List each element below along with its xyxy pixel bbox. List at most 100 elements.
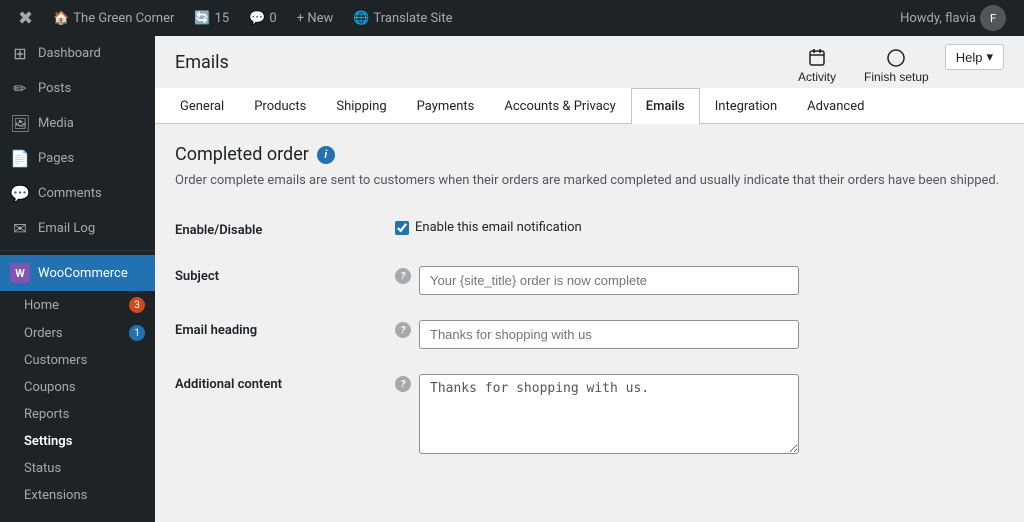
field-label-email-heading: Email heading — [175, 308, 395, 362]
subject-field-row: ? — [395, 266, 1004, 295]
sub-label-home: Home — [24, 298, 59, 313]
woo-label: WooCommerce — [38, 266, 128, 281]
table-row: Additional content ? Thanks for shopping… — [175, 362, 1004, 467]
wp-icon: ✖ — [18, 8, 33, 29]
email-heading-help-icon[interactable]: ? — [395, 322, 411, 338]
sidebar-item-status[interactable]: Status — [0, 455, 155, 482]
sidebar-item-home[interactable]: Home 3 — [0, 291, 155, 319]
woo-icon: W — [10, 263, 30, 283]
email-log-icon: ✉ — [10, 219, 30, 238]
adminbar-logo[interactable]: ✖ — [8, 0, 43, 36]
activity-icon — [807, 48, 827, 68]
orders-badge: 1 — [129, 325, 145, 341]
sidebar-item-posts[interactable]: ✏ Posts — [0, 71, 155, 106]
field-cell-enable: Enable this email notification — [395, 208, 1004, 254]
dashboard-icon: ⊞ — [10, 44, 30, 63]
comments-icon: 💬 — [249, 11, 265, 26]
email-heading-field-row: ? — [395, 320, 1004, 349]
sidebar-item-coupons[interactable]: Coupons — [0, 374, 155, 401]
additional-content-textarea[interactable]: Thanks for shopping with us. — [419, 374, 799, 454]
sidebar-label-email-log: Email Log — [38, 221, 95, 236]
activity-button[interactable]: Activity — [786, 44, 848, 88]
sidebar-item-orders[interactable]: Orders 1 — [0, 319, 155, 347]
adminbar-updates[interactable]: 🔄 15 — [184, 0, 239, 36]
section-info-icon[interactable]: i — [317, 146, 335, 164]
tab-advanced[interactable]: Advanced — [792, 88, 879, 124]
main-layout: ⊞ Dashboard ✏ Posts 🖼 Media 📄 Pages 💬 Co… — [0, 36, 1024, 522]
finish-setup-label: Finish setup — [864, 70, 929, 84]
field-cell-subject: ? — [395, 254, 1004, 308]
new-label: + New — [297, 11, 334, 26]
sidebar-label-dashboard: Dashboard — [38, 46, 101, 61]
sidebar-item-reports[interactable]: Reports — [0, 401, 155, 428]
sub-label-status: Status — [24, 461, 61, 476]
sub-label-extensions: Extensions — [24, 488, 87, 503]
finish-setup-icon — [886, 48, 906, 68]
sidebar-item-extensions[interactable]: Extensions — [0, 482, 155, 509]
settings-tabs: General Products Shipping Payments Accou… — [155, 88, 1024, 124]
adminbar-translate[interactable]: 🌐 Translate Site — [343, 0, 462, 36]
page-title-bar: Emails — [175, 44, 229, 73]
topbar-actions: Activity Finish setup Help ▾ — [786, 44, 1004, 88]
posts-icon: ✏ — [10, 79, 30, 98]
sidebar-item-media[interactable]: 🖼 Media — [0, 106, 155, 141]
site-icon: 🏠 — [53, 11, 69, 26]
sidebar-label-comments: Comments — [38, 186, 102, 201]
adminbar-comments[interactable]: 💬 0 — [239, 0, 287, 36]
content-topbar: Emails Activity Finish setup — [155, 36, 1024, 88]
enable-checkbox-text: Enable this email notification — [415, 220, 582, 235]
home-badge: 3 — [129, 297, 145, 313]
tab-emails[interactable]: Emails — [631, 88, 700, 124]
subject-input[interactable] — [419, 266, 799, 295]
admin-bar: ✖ 🏠 The Green Corner 🔄 15 💬 0 + New 🌐 Tr… — [0, 0, 1024, 36]
enable-checkbox-label[interactable]: Enable this email notification — [395, 220, 1004, 235]
sidebar-item-email-log[interactable]: ✉ Email Log — [0, 211, 155, 246]
field-label-subject: Subject — [175, 254, 395, 308]
site-name: The Green Corner — [73, 11, 174, 26]
comments-count: 0 — [269, 11, 276, 26]
help-button[interactable]: Help ▾ — [945, 44, 1004, 70]
adminbar-new[interactable]: + New — [287, 0, 344, 36]
translate-icon: 🌐 — [353, 11, 369, 26]
pages-icon: 📄 — [10, 149, 30, 168]
subject-help-icon[interactable]: ? — [395, 268, 411, 284]
sidebar-label-pages: Pages — [38, 151, 74, 166]
sidebar-item-comments[interactable]: 💬 Comments — [0, 176, 155, 211]
sidebar-item-settings[interactable]: Settings — [0, 428, 155, 455]
sub-label-reports: Reports — [24, 407, 69, 422]
tab-products[interactable]: Products — [239, 88, 321, 124]
enable-checkbox[interactable] — [395, 221, 409, 235]
tab-accounts-privacy[interactable]: Accounts & Privacy — [489, 88, 630, 124]
sidebar-item-pages[interactable]: 📄 Pages — [0, 141, 155, 176]
tab-shipping[interactable]: Shipping — [321, 88, 401, 124]
sub-label-coupons: Coupons — [24, 380, 76, 395]
media-icon: 🖼 — [10, 114, 30, 133]
help-label: Help — [956, 50, 983, 65]
sidebar-label-posts: Posts — [38, 81, 71, 96]
table-row: Enable/Disable Enable this email notific… — [175, 208, 1004, 254]
additional-content-help-icon[interactable]: ? — [395, 376, 411, 392]
tab-integration[interactable]: Integration — [700, 88, 792, 124]
finish-setup-button[interactable]: Finish setup — [852, 44, 941, 88]
adminbar-right: Howdy, flavia F — [890, 0, 1016, 36]
adminbar-site[interactable]: 🏠 The Green Corner — [43, 0, 184, 36]
tab-payments[interactable]: Payments — [402, 88, 490, 124]
tab-general[interactable]: General — [165, 88, 239, 124]
field-label-enable: Enable/Disable — [175, 208, 395, 254]
woo-submenu: Home 3 Orders 1 Customers Coupons Report… — [0, 291, 155, 509]
sub-label-settings: Settings — [24, 434, 72, 449]
updates-count: 15 — [215, 11, 230, 26]
sub-label-orders: Orders — [24, 326, 63, 341]
table-row: Email heading ? — [175, 308, 1004, 362]
sidebar-separator — [0, 250, 155, 251]
email-heading-input[interactable] — [419, 320, 799, 349]
updates-icon: 🔄 — [194, 11, 210, 26]
adminbar-user[interactable]: Howdy, flavia F — [890, 0, 1016, 36]
sidebar-item-dashboard[interactable]: ⊞ Dashboard — [0, 36, 155, 71]
user-avatar: F — [980, 5, 1006, 31]
chevron-down-icon: ▾ — [986, 49, 993, 65]
sidebar-item-customers[interactable]: Customers — [0, 347, 155, 374]
sidebar-item-woocommerce[interactable]: W WooCommerce — [0, 255, 155, 291]
form-table: Enable/Disable Enable this email notific… — [175, 208, 1004, 467]
table-row: Subject ? — [175, 254, 1004, 308]
